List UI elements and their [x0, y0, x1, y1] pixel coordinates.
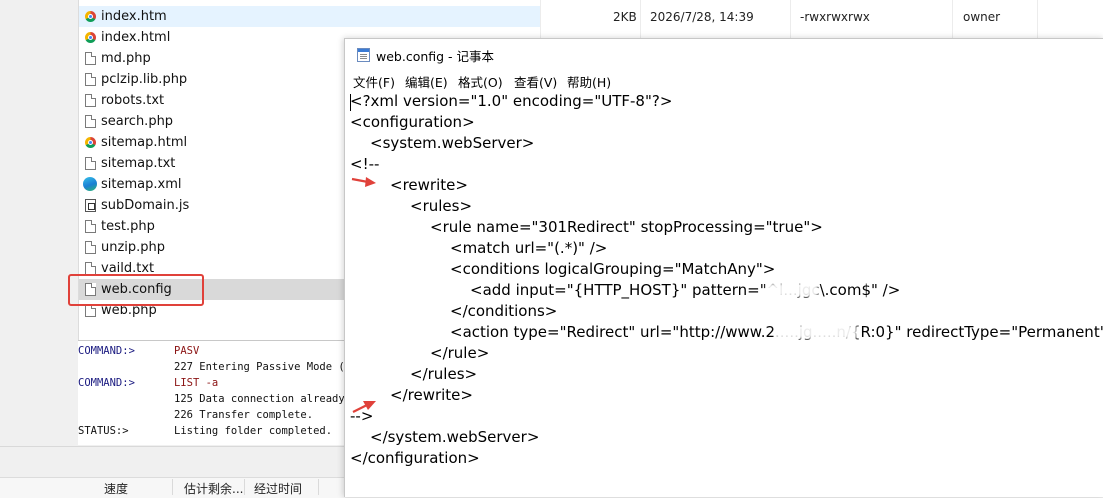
log-message: LIST -a	[174, 377, 219, 389]
code-line: <configuration>	[350, 113, 475, 131]
js-file-icon	[85, 199, 96, 212]
code-line: <add input="{HTTP_HOST}" pattern="^l...j…	[470, 281, 901, 299]
notepad-menubar: 文件(F) 编辑(E) 格式(O) 查看(V) 帮助(H)	[345, 69, 1103, 91]
file-icon	[85, 115, 96, 128]
file-icon	[85, 52, 96, 65]
code-line: <conditions logicalGrouping="MatchAny">	[450, 260, 776, 278]
file-icon	[85, 94, 96, 107]
log-tag: COMMAND:>	[78, 345, 135, 357]
queue-col-eta[interactable]: 估计剩余...	[184, 480, 243, 497]
code-line: </rules>	[410, 365, 478, 383]
file-name: test.php	[101, 219, 155, 234]
code-line: </configuration>	[350, 449, 480, 467]
log-message: PASV	[174, 345, 200, 357]
transfer-queue: 速度 估计剩余... 经过时间	[0, 446, 345, 498]
code-line: <system.webServer>	[370, 134, 535, 152]
file-name: index.htm	[101, 9, 167, 24]
file-name: sitemap.xml	[101, 177, 182, 192]
log-tag: STATUS:>	[78, 425, 129, 437]
notepad-window[interactable]: web.config - 记事本 文件(F) 编辑(E) 格式(O) 查看(V)…	[344, 38, 1103, 497]
red-arrow-icon	[352, 401, 376, 413]
notepad-title: web.config - 记事本	[376, 49, 495, 64]
file-name: search.php	[101, 114, 174, 129]
code-line: <rules>	[410, 197, 473, 215]
text-caret	[350, 94, 351, 111]
notepad-icon	[357, 48, 370, 62]
detail-modified: 2026/7/28, 14:39	[650, 10, 754, 24]
chrome-icon	[85, 32, 96, 43]
file-name: subDomain.js	[101, 198, 190, 213]
file-name: index.html	[101, 30, 171, 45]
code-line: <!--	[350, 155, 380, 173]
ftp-left-panel	[0, 0, 78, 446]
chrome-icon	[85, 137, 96, 148]
detail-size: 2KB	[613, 10, 637, 24]
log-tag: COMMAND:>	[78, 377, 135, 389]
file-name: sitemap.html	[101, 135, 188, 150]
file-name: sitemap.txt	[101, 156, 176, 171]
remote-file-details: 2KB 2026/7/28, 14:39 -rwxrwxrwx owner	[540, 0, 1103, 40]
log-message: 227 Entering Passive Mode (2	[174, 361, 352, 373]
log-message: 125 Data connection already o	[174, 393, 358, 405]
file-name: md.php	[101, 51, 151, 66]
chrome-icon	[85, 11, 96, 22]
file-name: unzip.php	[101, 240, 166, 255]
redaction-mark	[766, 283, 818, 297]
code-line: </rewrite>	[390, 386, 473, 404]
menu-view[interactable]: 查看(V)	[512, 71, 559, 92]
code-line: </conditions>	[450, 302, 558, 320]
menu-help[interactable]: 帮助(H)	[565, 71, 613, 92]
detail-permissions: -rwxrwxrwx	[800, 10, 870, 24]
edge-icon	[83, 177, 97, 191]
detail-owner: owner	[963, 10, 1001, 24]
code-line: </system.webServer>	[370, 428, 540, 446]
red-arrow-icon	[351, 177, 376, 187]
ftp-log-panel: COMMAND:> PASV 227 Entering Passive Mode (…	[78, 340, 357, 445]
redaction-mark	[775, 325, 857, 339]
queue-col-elapsed[interactable]: 经过时间	[254, 480, 302, 497]
notepad-titlebar[interactable]: web.config - 记事本	[345, 39, 1103, 69]
file-icon	[85, 241, 96, 254]
queue-col-speed[interactable]: 速度	[104, 480, 128, 497]
menu-edit[interactable]: 编辑(E)	[403, 71, 450, 92]
code-line: <rule name="301Redirect" stopProcessing=…	[430, 218, 823, 236]
file-icon	[85, 220, 96, 233]
file-icon	[85, 73, 96, 86]
file-icon	[85, 157, 96, 170]
menu-file[interactable]: 文件(F)	[351, 71, 397, 92]
code-line: <rewrite>	[390, 176, 468, 194]
highlight-annotation-box	[68, 274, 204, 306]
menu-format[interactable]: 格式(O)	[456, 71, 505, 92]
log-message: 226 Transfer complete.	[174, 409, 314, 421]
notepad-text-area[interactable]: </configuration> </system.webServer> --> </…	[345, 91, 1103, 497]
code-line: </rule>	[430, 344, 490, 362]
file-name: pclzip.lib.php	[101, 72, 188, 87]
code-line: <match url="(.*)" />	[450, 239, 608, 257]
file-row[interactable]: index.htm	[79, 6, 541, 27]
file-name: robots.txt	[101, 93, 165, 108]
code-line: <?xml version="1.0" encoding="UTF-8"?>	[350, 92, 673, 110]
log-message: Listing folder completed.	[174, 425, 333, 437]
